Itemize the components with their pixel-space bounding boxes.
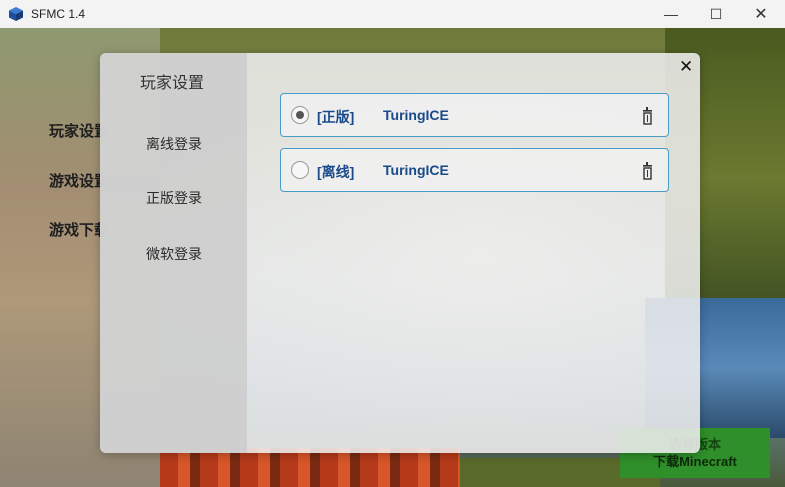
account-radio[interactable]: [291, 161, 309, 179]
menu-microsoft-login[interactable]: 微软登录: [146, 244, 202, 264]
account-type: [离线]: [317, 164, 355, 180]
dialog-title: 玩家设置: [140, 75, 205, 92]
account-name: TuringICE: [383, 107, 449, 123]
trash-icon[interactable]: [641, 107, 655, 125]
dialog-close-button[interactable]: ✕: [679, 57, 693, 77]
close-window-button[interactable]: ✕: [738, 0, 784, 28]
minecraft-cube-icon: [9, 7, 23, 21]
account-item[interactable]: [离线] TuringICE: [280, 148, 669, 192]
title-bar: SFMC 1.4 — ☐ ✕: [0, 0, 785, 28]
window-title: SFMC 1.4: [31, 7, 86, 21]
download-line2: 下载Minecraft: [653, 454, 737, 469]
maximize-button[interactable]: ☐: [693, 0, 739, 28]
background-flowers: [160, 448, 460, 487]
account-type: [正版]: [317, 109, 355, 125]
account-radio[interactable]: [291, 106, 309, 124]
account-name: TuringICE: [383, 162, 449, 178]
player-settings-dialog: 玩家设置 离线登录 正版登录 微软登录 ✕ [正版] TuringICE [离线…: [100, 53, 700, 453]
account-item[interactable]: [正版] TuringICE: [280, 93, 669, 137]
dialog-sidebar: 玩家设置 离线登录 正版登录 微软登录: [100, 53, 247, 453]
menu-premium-login[interactable]: 正版登录: [146, 188, 202, 208]
trash-icon[interactable]: [641, 162, 655, 180]
menu-offline-login[interactable]: 离线登录: [146, 134, 202, 154]
minimize-button[interactable]: —: [648, 0, 694, 28]
